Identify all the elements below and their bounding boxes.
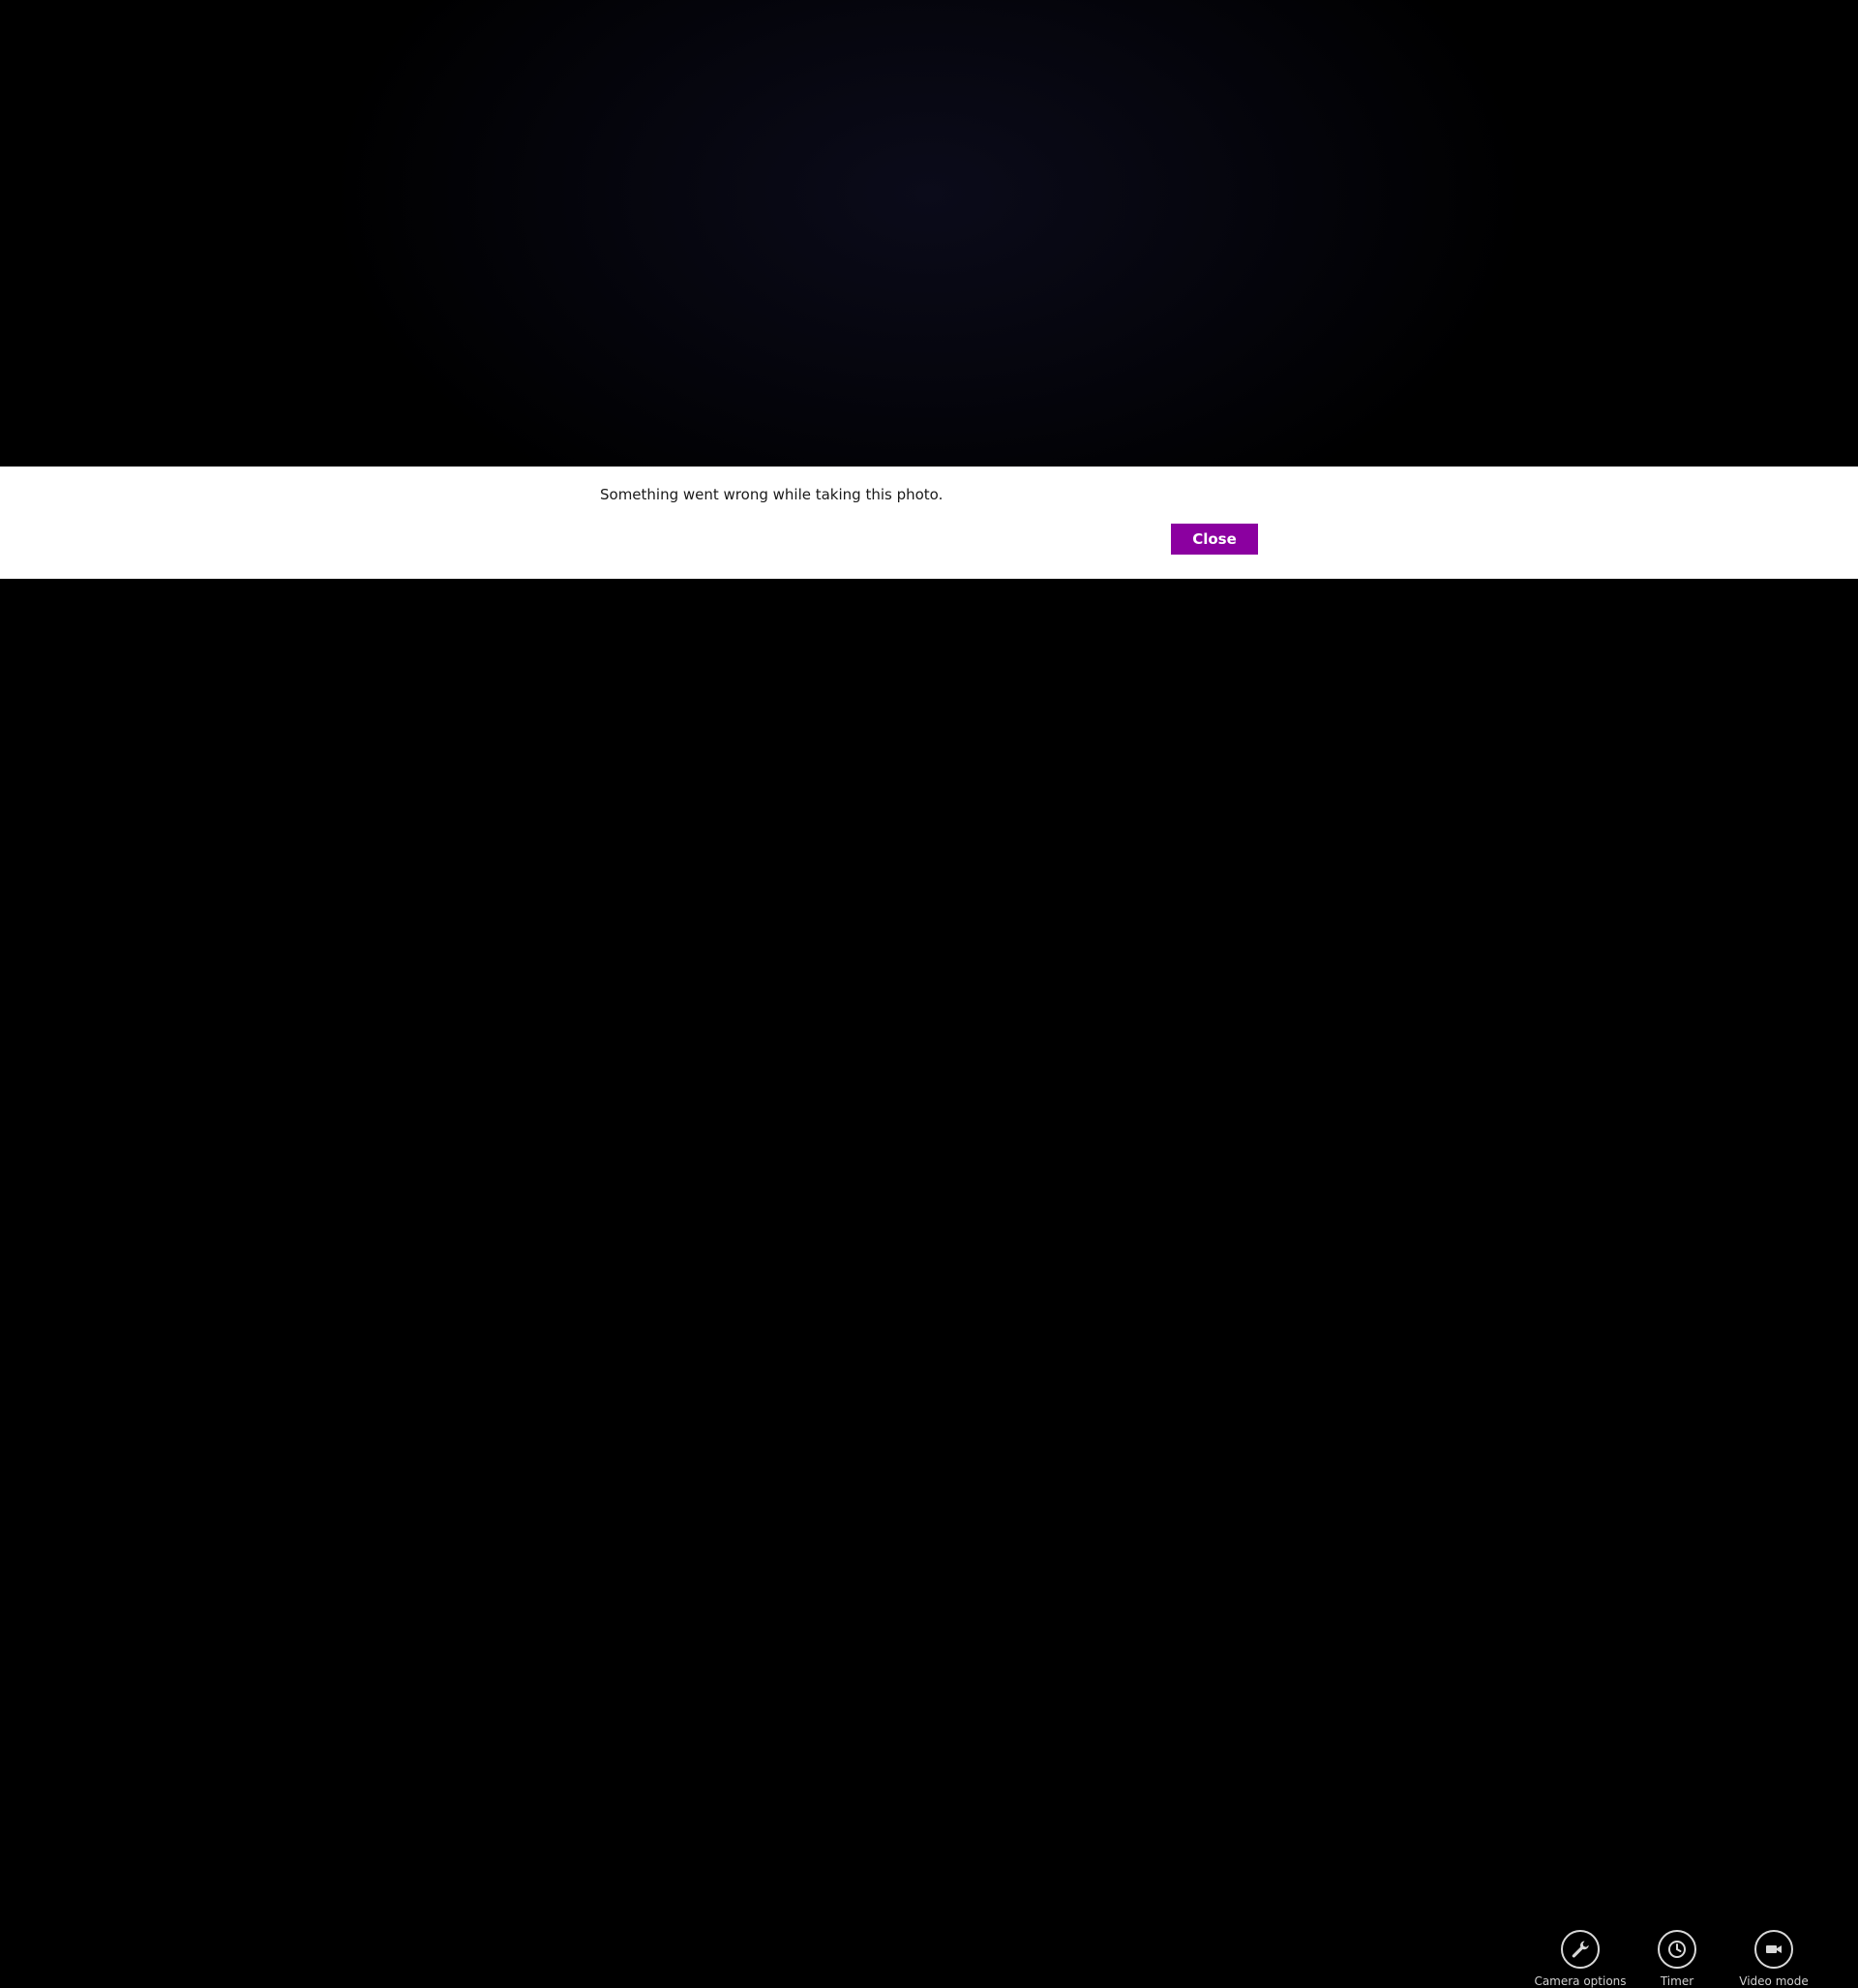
- clock-icon: [1658, 1930, 1696, 1969]
- video-camera-icon: [1754, 1930, 1793, 1969]
- video-mode-label: Video mode: [1725, 1974, 1822, 1988]
- camera-options-button[interactable]: Camera options: [1532, 1930, 1629, 1988]
- error-dialog: [0, 467, 1858, 579]
- timer-label: Timer: [1629, 1974, 1725, 1988]
- error-message: Something went wrong while taking this p…: [600, 486, 943, 503]
- timer-button[interactable]: Timer: [1629, 1930, 1725, 1988]
- wrench-icon: [1561, 1930, 1600, 1969]
- camera-options-label: Camera options: [1532, 1974, 1629, 1988]
- video-mode-button[interactable]: Video mode: [1725, 1930, 1822, 1988]
- close-button[interactable]: Close: [1171, 524, 1258, 555]
- app-bar: Camera options Timer Video mode: [0, 958, 1858, 1045]
